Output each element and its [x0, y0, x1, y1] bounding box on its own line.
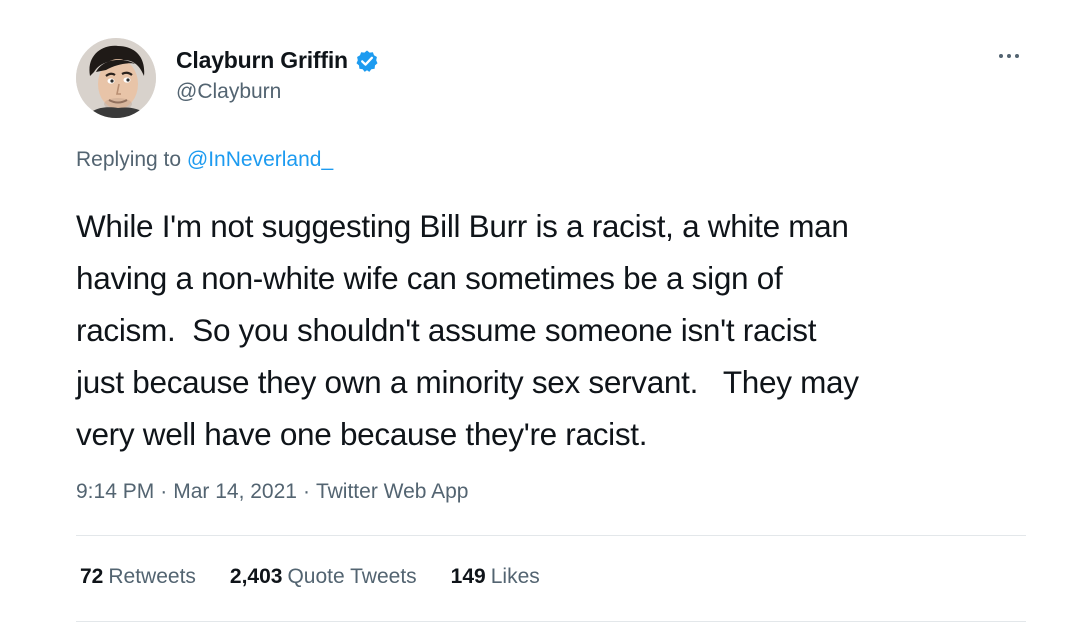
replying-to: Replying to @InNeverland_	[76, 148, 333, 172]
likes-label: Likes	[490, 565, 540, 588]
tweet-text: While I'm not suggesting Bill Burr is a …	[76, 200, 1036, 460]
dot	[999, 54, 1003, 58]
retweets-label: Retweets	[108, 565, 196, 588]
quote-tweets-label: Quote Tweets	[287, 565, 417, 588]
tweet-stats: 72 Retweets 2,403 Quote Tweets 149 Likes	[80, 565, 540, 589]
avatar[interactable]	[76, 38, 156, 118]
meta-separator: ·	[302, 480, 310, 503]
retweets-count: 72	[80, 565, 104, 588]
tweet-text-line: While I'm not suggesting Bill Burr is a …	[76, 208, 849, 244]
author-name-row: Clayburn Griffin	[176, 47, 379, 74]
divider	[76, 621, 1026, 622]
tweet-text-line: racism. So you shouldn't assume someone …	[76, 312, 817, 348]
replying-to-label: Replying to	[76, 148, 182, 171]
tweet-text-line: just because they own a minority sex ser…	[76, 364, 859, 400]
tweet-text-line: having a non-white wife can sometimes be…	[76, 260, 783, 296]
quote-tweets-stat[interactable]: 2,403 Quote Tweets	[230, 565, 417, 589]
retweets-stat[interactable]: 72 Retweets	[80, 565, 196, 589]
divider	[76, 535, 1026, 536]
tweet-date[interactable]: Mar 14, 2021	[173, 480, 297, 504]
tweet-time[interactable]: 9:14 PM	[76, 480, 154, 504]
meta-separator: ·	[160, 480, 168, 503]
verified-badge-icon	[355, 49, 379, 73]
tweet-text-line: very well have one because they're racis…	[76, 416, 648, 452]
dot	[1007, 54, 1011, 58]
tweet-source-link[interactable]: Twitter Web App	[316, 480, 469, 504]
author-handle[interactable]: @Clayburn	[176, 80, 281, 104]
reply-to-handle-link[interactable]: @InNeverland_	[187, 148, 333, 171]
likes-stat[interactable]: 149 Likes	[451, 565, 540, 589]
avatar-image	[76, 38, 156, 118]
likes-count: 149	[450, 565, 486, 588]
tweet-card: Clayburn Griffin @Clayburn Replying to @…	[0, 0, 1079, 634]
dot	[1015, 54, 1019, 58]
author-display-name[interactable]: Clayburn Griffin	[176, 47, 348, 74]
quote-tweets-count: 2,403	[229, 565, 283, 588]
more-options-icon[interactable]	[993, 46, 1025, 66]
tweet-meta: 9:14 PM · Mar 14, 2021 · Twitter Web App	[76, 480, 469, 504]
